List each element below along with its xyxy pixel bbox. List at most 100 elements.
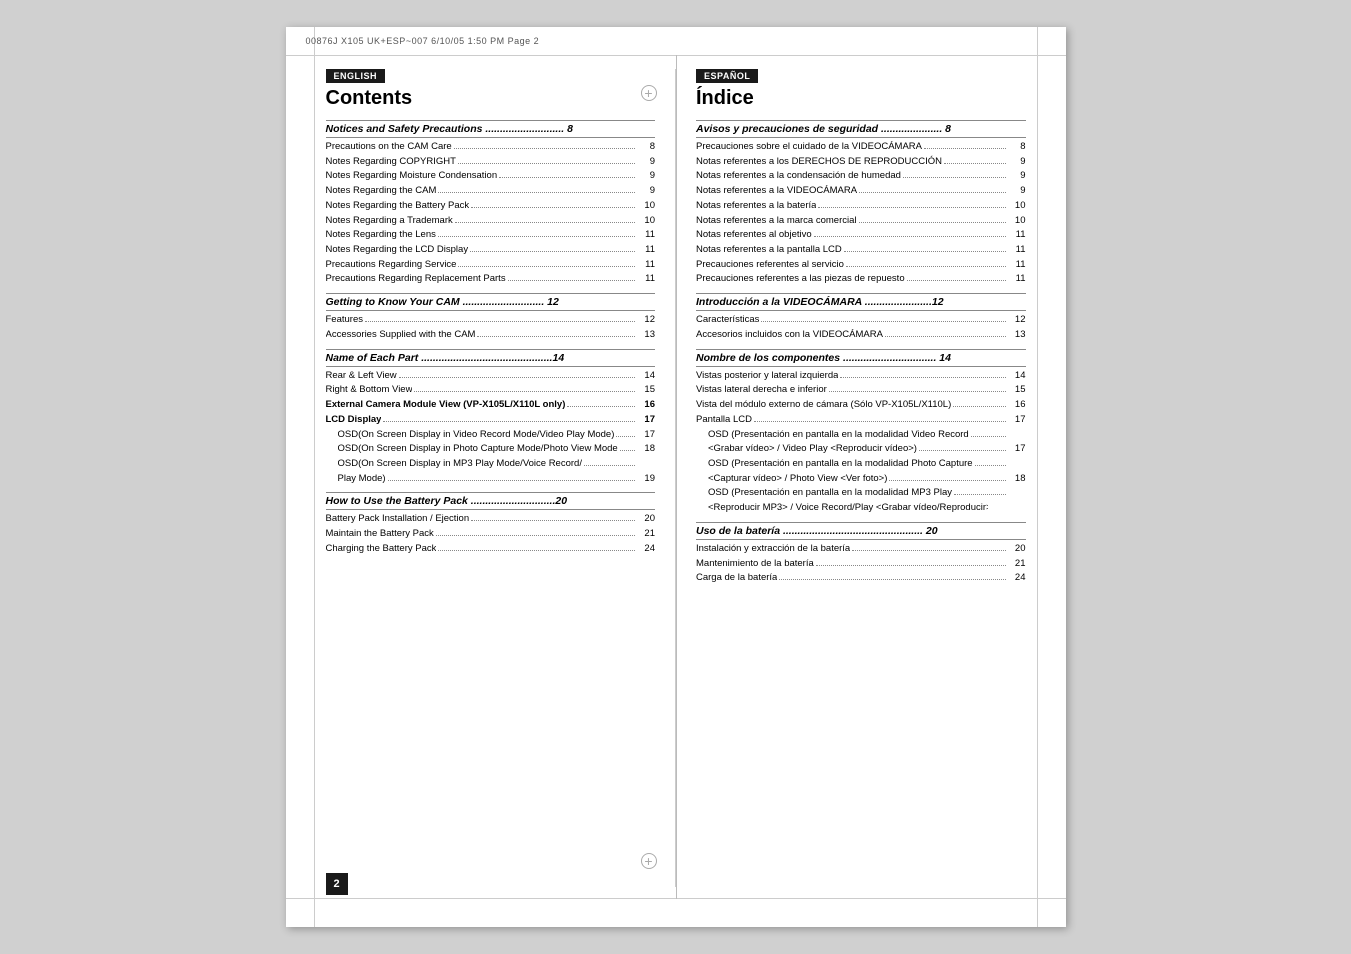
toc-page: 17 <box>1008 442 1026 457</box>
toc-label: Vistas posterior y lateral izquierda <box>696 369 838 384</box>
toc-entry: Precauciones referentes al servicio 11 <box>696 258 1026 273</box>
toc-entry: Precautions Regarding Service11 <box>326 258 656 273</box>
toc-entry: LCD Display17 <box>326 413 656 428</box>
toc-dots <box>438 227 635 237</box>
toc-entry: Notes Regarding the LCD Display11 <box>326 243 656 258</box>
toc-entry: Pantalla LCD17 <box>696 413 1026 428</box>
toc-page: 11 <box>637 243 655 258</box>
toc-dots <box>844 242 1006 252</box>
toc-dots <box>954 485 1006 495</box>
toc-entry: Notas referentes a la batería10 <box>696 199 1026 214</box>
toc-label: Notas referentes a la condensación de hu… <box>696 169 901 184</box>
toc-entry-es-osd2b: <Capturar vídeo> / Photo View <Ver foto>… <box>696 472 1026 487</box>
toc-dots <box>944 154 1005 164</box>
toc-page: 11 <box>1008 243 1026 258</box>
toc-page: 17 <box>637 428 655 443</box>
toc-dots <box>903 168 1006 178</box>
toc-section-header-getting: Getting to Know Your CAM ...............… <box>326 293 656 311</box>
toc-entry-es-osd3a: OSD (Presentación en pantalla en la moda… <box>696 486 1026 501</box>
toc-entry: Accesorios incluidos con la VIDEOCÁMARA1… <box>696 328 1026 343</box>
toc-page: 9 <box>637 169 655 184</box>
toc-page: 8 <box>1008 140 1026 155</box>
header-bar: 00876J X105 UK+ESP~007 6/10/05 1:50 PM P… <box>286 27 1066 55</box>
document-page: 00876J X105 UK+ESP~007 6/10/05 1:50 PM P… <box>286 27 1066 927</box>
toc-label: OSD (Presentación en pantalla en la moda… <box>708 428 969 443</box>
toc-label: <Capturar vídeo> / Photo View <Ver foto>… <box>708 472 887 487</box>
left-column: ENGLISH Contents Notices and Safety Prec… <box>326 69 677 887</box>
toc-dots <box>761 312 1005 322</box>
toc-label: OSD (Presentación en pantalla en la moda… <box>708 457 973 472</box>
toc-dots <box>852 541 1005 551</box>
toc-label: Right & Bottom View <box>326 383 413 398</box>
toc-entry: Vistas lateral derecha e inferior15 <box>696 383 1026 398</box>
toc-label: Notas referentes a la VIDEOCÁMARA <box>696 184 857 199</box>
toc-section-intro-label: Introducción a la VIDEOCÁMARA ..........… <box>696 296 944 308</box>
toc-page <box>637 457 655 472</box>
toc-page: 9 <box>1008 169 1026 184</box>
toc-entry: Precautions Regarding Replacement Parts1… <box>326 272 656 287</box>
toc-label: Precauciones referentes al servicio <box>696 258 844 273</box>
toc-label: Rear & Left View <box>326 369 397 384</box>
toc-label: Precauciones sobre el cuidado de la VIDE… <box>696 140 922 155</box>
toc-dots <box>859 213 1006 223</box>
toc-dots <box>365 312 635 322</box>
toc-page: 21 <box>1008 557 1026 572</box>
toc-dots <box>971 427 1006 437</box>
toc-page <box>1008 457 1026 472</box>
toc-label: Notes Regarding a Trademark <box>326 214 453 229</box>
toc-entry: Notas referentes al objetivo11 <box>696 228 1026 243</box>
toc-page: 24 <box>1008 571 1026 586</box>
toc-page: 9 <box>637 155 655 170</box>
toc-entry-osd1: OSD(On Screen Display in Video Record Mo… <box>326 428 656 443</box>
toc-entry: External Camera Module View (VP-X105L/X1… <box>326 398 656 413</box>
toc-section-header-battery: How to Use the Battery Pack ............… <box>326 492 656 510</box>
toc-dots <box>616 427 635 437</box>
toc-label: Instalación y extracción de la batería <box>696 542 850 557</box>
toc-entry: Notes Regarding the CAM9 <box>326 184 656 199</box>
toc-page: 12 <box>1008 313 1026 328</box>
page-number-badge: 2 <box>326 873 348 895</box>
toc-page: 9 <box>1008 184 1026 199</box>
toc-entry: Vistas posterior y lateral izquierda14 <box>696 369 1026 384</box>
toc-page: 8 <box>637 140 655 155</box>
toc-dots <box>477 327 635 337</box>
toc-label: <Reproducir MP3> / Voice Record/Play <Gr… <box>708 501 988 516</box>
english-badge: ENGLISH <box>326 69 386 83</box>
toc-label: Características <box>696 313 759 328</box>
toc-label: Vista del módulo externo de cámara (Sólo… <box>696 398 951 413</box>
toc-label: Precautions on the CAM Care <box>326 140 452 155</box>
toc-section-notices-label: Notices and Safety Precautions .........… <box>326 123 573 135</box>
toc-label: Notas referentes a la pantalla LCD <box>696 243 842 258</box>
toc-page: 11 <box>637 228 655 243</box>
toc-page: 11 <box>1008 272 1026 287</box>
right-column: ESPAÑOL Índice Avisos y precauciones de … <box>676 69 1026 887</box>
toc-dots <box>859 183 1005 193</box>
toc-entry: Right & Bottom View15 <box>326 383 656 398</box>
toc-section-header-avisos: Avisos y precauciones de seguridad .....… <box>696 120 1026 138</box>
toc-dots <box>438 541 635 551</box>
toc-dots <box>414 382 635 392</box>
toc-entry: Notas referentes a la VIDEOCÁMARA 9 <box>696 184 1026 199</box>
toc-entry: Features12 <box>326 313 656 328</box>
toc-entry: Maintain the Battery Pack21 <box>326 527 656 542</box>
toc-dots <box>471 511 635 521</box>
toc-entry: Notes Regarding a Trademark10 <box>326 214 656 229</box>
toc-entry: Vista del módulo externo de cámara (Sólo… <box>696 398 1026 413</box>
toc-label: Vistas lateral derecha e inferior <box>696 383 827 398</box>
toc-dots <box>907 271 1006 281</box>
toc-page: 10 <box>637 199 655 214</box>
toc-page: 20 <box>1008 542 1026 557</box>
toc-dots <box>454 139 635 149</box>
toc-page <box>1008 486 1026 501</box>
toc-page: 19 <box>637 472 655 487</box>
toc-page: 9 <box>637 184 655 199</box>
toc-label: <Grabar vídeo> / Video Play <Reproducir … <box>708 442 917 457</box>
toc-entry-osd3a: OSD(On Screen Display in MP3 Play Mode/V… <box>326 457 656 472</box>
toc-page: 13 <box>637 328 655 343</box>
toc-page: 12 <box>637 313 655 328</box>
toc-page: 11 <box>637 258 655 273</box>
toc-section-header-intro: Introducción a la VIDEOCÁMARA ..........… <box>696 293 1026 311</box>
toc-page: 11 <box>1008 258 1026 273</box>
toc-label: Notas referentes a los DERECHOS DE REPRO… <box>696 155 942 170</box>
toc-section-battery-label: How to Use the Battery Pack ............… <box>326 495 568 507</box>
